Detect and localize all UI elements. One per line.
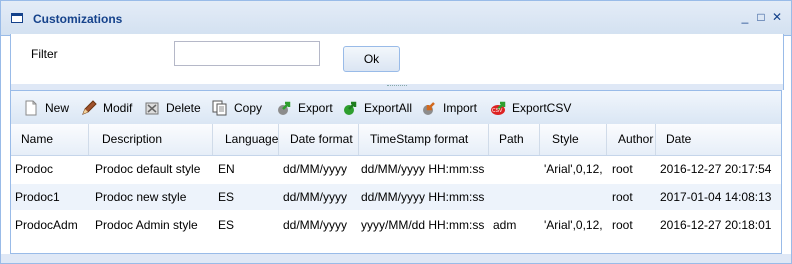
cell-path: [489, 184, 540, 210]
cell-path: [489, 156, 540, 182]
cell-style: 'Arial',0,12,: [544, 218, 603, 232]
import-icon: [421, 100, 437, 116]
minimize-button[interactable]: _: [739, 11, 751, 23]
column-header-date-format[interactable]: Date format: [279, 124, 359, 155]
table-row[interactable]: ProdocAdm Prodoc Admin style ES dd/MM/yy…: [11, 212, 781, 238]
cell-date-format: dd/MM/yyyy: [283, 190, 348, 204]
cell-date-format: dd/MM/yyyy: [283, 218, 348, 232]
copy-button[interactable]: Copy: [212, 100, 262, 116]
cell-name: ProdocAdm: [15, 218, 78, 232]
modif-label: Modif: [103, 101, 133, 115]
export-csv-label: ExportCSV: [512, 101, 572, 115]
window-icon: [11, 13, 23, 23]
cell-description: Prodoc default style: [95, 162, 201, 176]
cell-language: ES: [218, 218, 235, 232]
maximize-button[interactable]: □: [755, 11, 767, 23]
export-icon: [276, 100, 292, 116]
filter-input[interactable]: [174, 41, 320, 66]
export-button[interactable]: Export: [276, 100, 333, 116]
window-frame-bottom: [1, 254, 791, 263]
export-all-icon: [342, 100, 358, 116]
cell-timestamp-format: yyyy/MM/dd HH:mm:ss: [361, 218, 485, 232]
toolbar: New Modif Delete Copy Export ExportAll I…: [11, 91, 781, 125]
cell-path: adm: [493, 218, 517, 232]
export-label: Export: [298, 101, 333, 115]
customizations-grid: New Modif Delete Copy Export ExportAll I…: [10, 90, 782, 254]
new-label: New: [45, 101, 70, 115]
cell-name: Prodoc: [15, 162, 54, 176]
column-header-timestamp-format[interactable]: TimeStamp format: [359, 124, 489, 155]
cell-name: Prodoc1: [15, 190, 60, 204]
column-header-name[interactable]: Name: [11, 124, 89, 155]
customizations-window: Customizations _ □ ✕ Filter Ok New Modif: [0, 0, 792, 264]
pencil-icon: [81, 100, 97, 116]
cell-style: 'Arial',0,12,: [544, 162, 603, 176]
cell-timestamp-format: dd/MM/yyyy HH:mm:ss: [361, 190, 485, 204]
cell-author: root: [612, 190, 633, 204]
new-document-icon: [23, 100, 39, 116]
column-header-path[interactable]: Path: [489, 124, 540, 155]
import-label: Import: [443, 101, 478, 115]
cell-description: Prodoc Admin style: [95, 218, 198, 232]
csv-icon: CSV: [490, 100, 506, 116]
window-title: Customizations: [33, 12, 123, 26]
filter-panel: Filter Ok: [10, 34, 784, 84]
column-header-author[interactable]: Author: [607, 124, 656, 155]
cell-language: EN: [218, 162, 235, 176]
cell-date: 2016-12-27 20:18:01: [660, 218, 772, 232]
delete-button[interactable]: Delete: [144, 100, 201, 116]
delete-label: Delete: [166, 101, 201, 115]
delete-icon: [144, 100, 160, 116]
cell-author: root: [612, 218, 633, 232]
table-row[interactable]: Prodoc1 Prodoc new style ES dd/MM/yyyy d…: [11, 184, 781, 210]
cell-date: 2017-01-04 14:08:13: [660, 190, 772, 204]
cell-language: ES: [218, 190, 235, 204]
new-button[interactable]: New: [23, 100, 69, 116]
cell-author: root: [612, 162, 633, 176]
column-header-language[interactable]: Language: [213, 124, 279, 155]
column-header-date[interactable]: Date: [656, 124, 781, 155]
cell-date-format: dd/MM/yyyy: [283, 162, 348, 176]
cell-description: Prodoc new style: [95, 190, 187, 204]
import-button[interactable]: Import: [421, 100, 477, 116]
cell-date: 2016-12-27 20:17:54: [660, 162, 772, 176]
column-header-style[interactable]: Style: [540, 124, 607, 155]
copy-label: Copy: [234, 101, 263, 115]
export-all-button[interactable]: ExportAll: [342, 100, 412, 116]
table-row[interactable]: Prodoc Prodoc default style EN dd/MM/yyy…: [11, 156, 781, 182]
cell-timestamp-format: dd/MM/yyyy HH:mm:ss: [361, 162, 485, 176]
filter-label: Filter: [31, 47, 58, 61]
column-header-description[interactable]: Description: [89, 124, 213, 155]
close-button[interactable]: ✕: [771, 11, 783, 23]
modif-button[interactable]: Modif: [81, 100, 132, 116]
copy-icon: [212, 100, 228, 116]
title-bar: Customizations _ □ ✕: [1, 1, 791, 36]
svg-text:CSV: CSV: [492, 108, 503, 114]
export-all-label: ExportAll: [364, 101, 413, 115]
ok-button[interactable]: Ok: [343, 46, 400, 72]
grid-header: Name Description Language Date format Ti…: [11, 124, 781, 156]
splitter-grip: [387, 85, 407, 88]
export-csv-button[interactable]: CSV ExportCSV: [490, 100, 571, 116]
cell-style: [540, 184, 609, 210]
